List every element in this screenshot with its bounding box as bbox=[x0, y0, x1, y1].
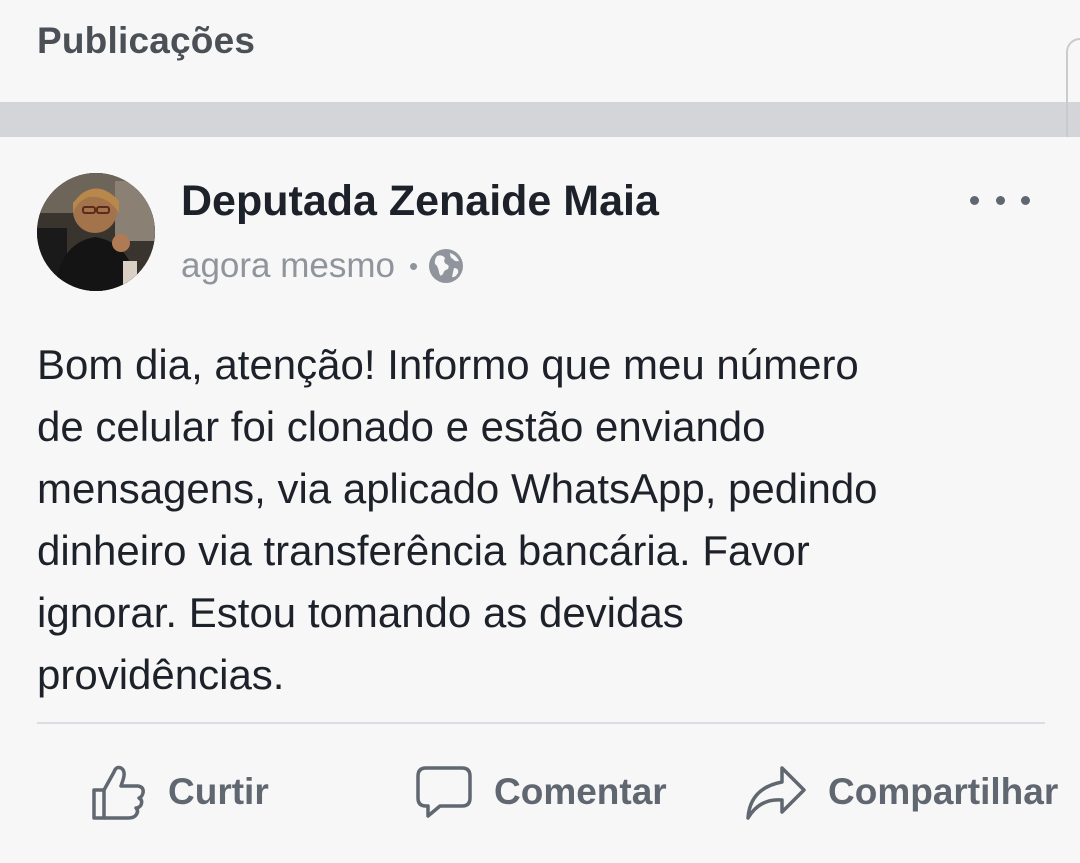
more-dot bbox=[970, 195, 979, 205]
globe-icon bbox=[428, 248, 464, 284]
post-meta: agora mesmo • bbox=[181, 243, 464, 289]
author-name[interactable]: Deputada Zenaide Maia bbox=[181, 177, 659, 226]
more-dot bbox=[995, 195, 1005, 205]
more-dot bbox=[1021, 195, 1030, 205]
comment-button[interactable]: Comentar bbox=[414, 757, 667, 827]
post-body-text: Bom dia, atenção! Informo que meu número… bbox=[37, 341, 878, 698]
section-title: Publicações bbox=[37, 20, 256, 61]
avatar-photo bbox=[37, 173, 155, 291]
actions-divider bbox=[37, 722, 1045, 724]
post-card: Deputada Zenaide Maia agora mesmo • Bom … bbox=[0, 137, 1080, 863]
comment-label: Comentar bbox=[494, 771, 667, 812]
more-options-icon[interactable] bbox=[970, 183, 1030, 217]
share-arrow-icon bbox=[746, 766, 806, 820]
section-header: Publicações bbox=[0, 0, 1080, 102]
section-divider-band bbox=[0, 102, 1080, 137]
avatar[interactable] bbox=[37, 173, 155, 291]
share-button[interactable]: Compartilhar bbox=[744, 757, 1058, 827]
meta-separator: • bbox=[408, 250, 419, 281]
like-label: Curtir bbox=[168, 771, 269, 812]
post-timestamp[interactable]: agora mesmo bbox=[181, 246, 395, 286]
share-label: Compartilhar bbox=[828, 771, 1059, 812]
thumbs-up-icon bbox=[92, 765, 145, 820]
like-button[interactable]: Curtir bbox=[88, 757, 269, 827]
comment-icon bbox=[416, 766, 472, 818]
